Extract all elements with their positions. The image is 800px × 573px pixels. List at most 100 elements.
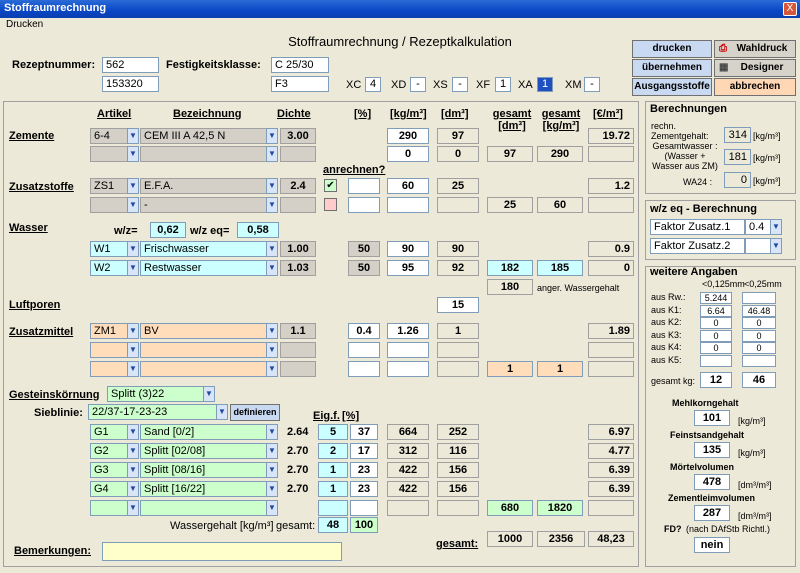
chevron-down-icon[interactable]: ▼ — [266, 146, 278, 162]
chevron-down-icon[interactable]: ▼ — [266, 323, 278, 339]
chevron-down-icon[interactable]: ▼ — [266, 342, 278, 358]
kg-input[interactable]: 90 — [387, 241, 429, 257]
chevron-down-icon[interactable]: ▼ — [216, 404, 228, 420]
chevron-down-icon[interactable]: ▼ — [770, 238, 782, 254]
chevron-down-icon[interactable]: ▼ — [127, 443, 139, 459]
chevron-down-icon[interactable]: ▼ — [266, 443, 278, 459]
bezeichnung-select[interactable] — [140, 500, 267, 516]
eigf-input[interactable]: 1 — [318, 462, 348, 478]
pct-input[interactable] — [348, 361, 380, 377]
chevron-down-icon[interactable]: ▼ — [127, 260, 139, 276]
artikel-select[interactable] — [90, 500, 128, 516]
artikel-select[interactable]: ZM1 — [90, 323, 128, 339]
exp-value-4[interactable]: 1 — [537, 77, 553, 92]
bezeichnung-select[interactable]: CEM III A 42,5 N — [140, 128, 267, 144]
pct-input[interactable] — [350, 500, 378, 516]
chevron-down-icon[interactable]: ▼ — [266, 424, 278, 440]
bezeichnung-select[interactable] — [140, 361, 267, 377]
artikel-select[interactable]: G2 — [90, 443, 128, 459]
chevron-down-icon[interactable]: ▼ — [127, 424, 139, 440]
uebernehmen-button[interactable]: übernehmen — [632, 59, 712, 77]
designer-button[interactable]: ▦ Designer — [714, 59, 796, 77]
chevron-down-icon[interactable]: ▼ — [266, 481, 278, 497]
kg-input[interactable]: 1.26 — [387, 323, 429, 339]
kg-input[interactable] — [387, 361, 429, 377]
chevron-down-icon[interactable]: ▼ — [770, 219, 782, 235]
anrechnen-checkbox[interactable]: ✔ — [324, 179, 337, 192]
artikel-select[interactable]: 6-4 — [90, 128, 128, 144]
abbrechen-button[interactable]: abbrechen — [714, 78, 796, 96]
artikel-select[interactable]: W2 — [90, 260, 128, 276]
sieblinie-select[interactable]: 22/37-17-23-23 — [88, 404, 221, 420]
exp-value-0[interactable]: 4 — [365, 77, 381, 92]
chevron-down-icon[interactable]: ▼ — [127, 481, 139, 497]
chevron-down-icon[interactable]: ▼ — [127, 128, 139, 144]
pct-input[interactable]: 50 — [348, 260, 380, 276]
close-icon[interactable]: X — [783, 2, 797, 16]
bezeichnung-select[interactable]: - — [140, 197, 267, 213]
rezept-input-1[interactable]: 562 — [102, 57, 159, 73]
bezeichnung-select[interactable]: Frischwasser — [140, 241, 267, 257]
chevron-down-icon[interactable]: ▼ — [127, 178, 139, 194]
chevron-down-icon[interactable]: ▼ — [127, 197, 139, 213]
bezeichnung-select[interactable]: BV — [140, 323, 267, 339]
kg-input[interactable] — [387, 342, 429, 358]
luftporen-dm[interactable]: 15 — [437, 297, 479, 313]
pct-input[interactable]: 23 — [350, 462, 378, 478]
artikel-select[interactable]: ZS1 — [90, 178, 128, 194]
pct-input[interactable]: 17 — [350, 443, 378, 459]
chevron-down-icon[interactable]: ▼ — [266, 197, 278, 213]
exp-value-5[interactable]: - — [584, 77, 600, 92]
bezeichnung-select[interactable]: E.F.A. — [140, 178, 267, 194]
pct-input[interactable] — [348, 178, 380, 194]
bezeichnung-select[interactable]: Splitt [02/08] — [140, 443, 267, 459]
exp-value-3[interactable]: 1 — [495, 77, 511, 92]
bezeichnung-select[interactable]: Sand [0/2] — [140, 424, 267, 440]
pct-input[interactable]: 37 — [350, 424, 378, 440]
kg-input[interactable]: 60 — [387, 178, 429, 194]
faktor1-value[interactable]: 0.4 — [745, 219, 771, 235]
kg-input[interactable]: 0 — [387, 146, 429, 162]
chevron-down-icon[interactable]: ▼ — [266, 361, 278, 377]
eigf-input[interactable] — [318, 500, 348, 516]
kg-input[interactable]: 290 — [387, 128, 429, 144]
chevron-down-icon[interactable]: ▼ — [266, 260, 278, 276]
exp-value-2[interactable]: - — [452, 77, 468, 92]
eigf-input[interactable]: 1 — [318, 481, 348, 497]
artikel-select[interactable]: G1 — [90, 424, 128, 440]
chevron-down-icon[interactable]: ▼ — [266, 500, 278, 516]
faktor2-value[interactable] — [745, 238, 771, 254]
chevron-down-icon[interactable]: ▼ — [266, 462, 278, 478]
bemerkungen-input[interactable] — [102, 542, 342, 561]
gestein-select[interactable]: Splitt (3)22 — [107, 386, 207, 402]
definieren-button[interactable]: definieren — [230, 404, 280, 421]
kg-input[interactable] — [387, 197, 429, 213]
chevron-down-icon[interactable]: ▼ — [127, 500, 139, 516]
chevron-down-icon[interactable]: ▼ — [127, 323, 139, 339]
pct-input[interactable] — [348, 342, 380, 358]
pct-input[interactable]: 50 — [348, 241, 380, 257]
anrechnen-checkbox[interactable] — [324, 198, 337, 211]
pct-input[interactable]: 0.4 — [348, 323, 380, 339]
artikel-select[interactable]: G3 — [90, 462, 128, 478]
bezeichnung-select[interactable]: Restwasser — [140, 260, 267, 276]
wahldruck-button[interactable]: ⎙ Wahldruck — [714, 40, 796, 58]
eigf-input[interactable]: 2 — [318, 443, 348, 459]
artikel-select[interactable] — [90, 146, 128, 162]
artikel-select[interactable] — [90, 361, 128, 377]
drucken-button[interactable]: drucken — [632, 40, 712, 58]
rezept-input-2[interactable]: 153320 — [102, 76, 159, 92]
chevron-down-icon[interactable]: ▼ — [127, 146, 139, 162]
chevron-down-icon[interactable]: ▼ — [203, 386, 215, 402]
chevron-down-icon[interactable]: ▼ — [127, 462, 139, 478]
bezeichnung-select[interactable] — [140, 342, 267, 358]
fest-input-2[interactable]: F3 — [271, 76, 329, 92]
eigf-input[interactable]: 5 — [318, 424, 348, 440]
artikel-select[interactable]: G4 — [90, 481, 128, 497]
pct-input[interactable]: 23 — [350, 481, 378, 497]
chevron-down-icon[interactable]: ▼ — [266, 128, 278, 144]
exp-value-1[interactable]: - — [410, 77, 426, 92]
chevron-down-icon[interactable]: ▼ — [266, 241, 278, 257]
bezeichnung-select[interactable] — [140, 146, 267, 162]
chevron-down-icon[interactable]: ▼ — [127, 361, 139, 377]
